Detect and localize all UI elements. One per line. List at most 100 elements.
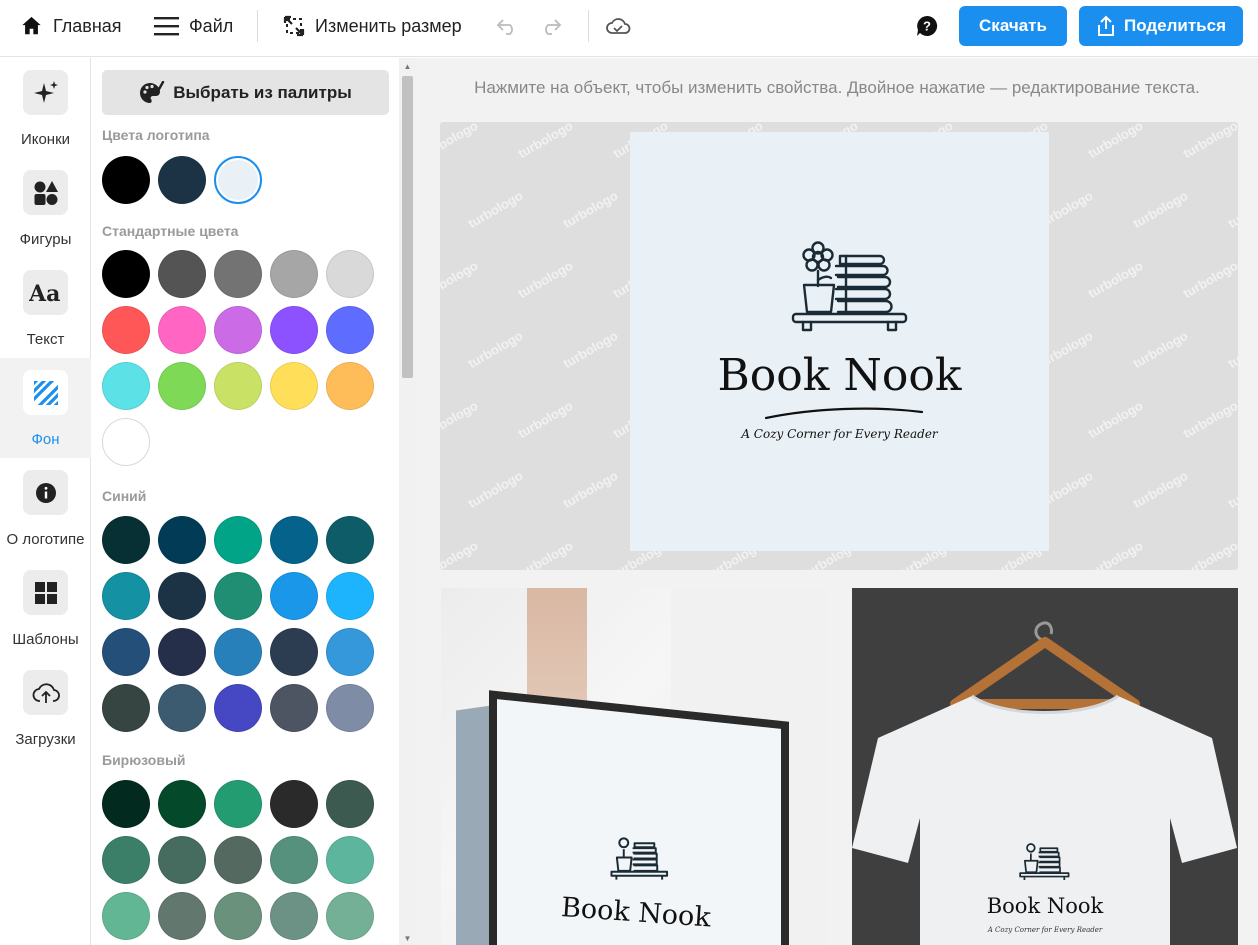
help-icon: ? bbox=[917, 15, 938, 36]
color-swatch[interactable] bbox=[270, 836, 318, 884]
color-swatch[interactable] bbox=[270, 362, 318, 410]
color-swatch[interactable] bbox=[102, 780, 150, 828]
rail-item-uploads[interactable]: Загрузки bbox=[0, 658, 91, 758]
home-button[interactable]: Главная bbox=[20, 0, 122, 52]
watermark-text: turbologo bbox=[1225, 467, 1238, 512]
color-swatch[interactable] bbox=[326, 892, 374, 940]
rail-item-shapes[interactable]: Фигуры bbox=[0, 158, 91, 258]
watermark-text: turbologo bbox=[465, 187, 526, 232]
color-swatch[interactable] bbox=[270, 250, 318, 298]
color-swatch[interactable] bbox=[158, 362, 206, 410]
color-swatch[interactable] bbox=[102, 306, 150, 354]
undo-button[interactable] bbox=[496, 0, 528, 52]
rail-item-templates[interactable]: Шаблоны bbox=[0, 558, 91, 658]
color-swatch[interactable] bbox=[326, 628, 374, 676]
color-swatch[interactable] bbox=[158, 156, 206, 204]
color-swatch[interactable] bbox=[214, 306, 262, 354]
color-swatch[interactable] bbox=[326, 836, 374, 884]
color-swatch[interactable] bbox=[158, 306, 206, 354]
redo-button[interactable] bbox=[540, 0, 572, 52]
color-swatch[interactable] bbox=[214, 780, 262, 828]
sparkle-icon bbox=[33, 80, 58, 103]
color-swatch[interactable] bbox=[326, 362, 374, 410]
color-swatch[interactable] bbox=[102, 892, 150, 940]
color-swatch[interactable] bbox=[214, 572, 262, 620]
svg-text:Aa: Aa bbox=[29, 281, 60, 305]
color-swatch[interactable] bbox=[158, 684, 206, 732]
color-swatch[interactable] bbox=[326, 780, 374, 828]
color-swatch[interactable] bbox=[102, 418, 150, 466]
color-swatch[interactable] bbox=[214, 516, 262, 564]
rail-label: О логотипе bbox=[6, 531, 85, 548]
color-swatch[interactable] bbox=[102, 250, 150, 298]
color-swatch[interactable] bbox=[102, 516, 150, 564]
color-swatch[interactable] bbox=[158, 628, 206, 676]
color-swatch[interactable] bbox=[102, 836, 150, 884]
download-label: Скачать bbox=[979, 16, 1047, 35]
watermark-text: turbologo bbox=[1180, 537, 1238, 570]
swoosh-underline bbox=[764, 407, 924, 420]
share-label: Поделиться bbox=[1123, 16, 1227, 35]
color-swatch[interactable] bbox=[270, 780, 318, 828]
shelf-books-flower-icon[interactable] bbox=[788, 238, 914, 338]
color-swatch[interactable] bbox=[214, 684, 262, 732]
logo-canvas[interactable]: Book Nook A Cozy Corner for Every Reader bbox=[630, 132, 1049, 551]
brand-name-text[interactable]: Book Nook bbox=[630, 350, 1049, 401]
tshirt-mockup[interactable]: Book Nook A Cozy Corner for Every Reader bbox=[852, 588, 1238, 945]
rail-item-text[interactable]: Aa Текст bbox=[0, 258, 91, 358]
pick-from-palette-button[interactable]: Выбрать из палитры bbox=[102, 70, 389, 115]
home-label: Главная bbox=[53, 15, 122, 36]
rail-item-about[interactable]: О логотипе bbox=[0, 458, 91, 558]
color-swatch[interactable] bbox=[158, 892, 206, 940]
rail-item-background[interactable]: Фон bbox=[0, 358, 91, 458]
color-swatch[interactable] bbox=[158, 572, 206, 620]
color-swatch[interactable] bbox=[270, 684, 318, 732]
color-swatch[interactable] bbox=[270, 516, 318, 564]
watermark-text: turbologo bbox=[515, 397, 576, 442]
color-swatch[interactable] bbox=[102, 572, 150, 620]
color-swatch[interactable] bbox=[102, 684, 150, 732]
redo-icon bbox=[545, 19, 562, 35]
color-swatch[interactable] bbox=[270, 628, 318, 676]
color-swatch[interactable] bbox=[102, 628, 150, 676]
color-swatch[interactable] bbox=[326, 572, 374, 620]
color-swatch[interactable] bbox=[214, 250, 262, 298]
scroll-down-arrow[interactable]: ▼ bbox=[402, 934, 413, 944]
help-button[interactable]: ? bbox=[915, 0, 949, 52]
download-button[interactable]: Скачать bbox=[959, 6, 1067, 46]
color-swatch[interactable] bbox=[214, 892, 262, 940]
share-button[interactable]: Поделиться bbox=[1079, 6, 1243, 46]
rail-icon-box: Aa bbox=[23, 270, 68, 315]
rail-item-icons[interactable]: Иконки bbox=[0, 58, 91, 158]
color-swatch[interactable] bbox=[270, 892, 318, 940]
color-swatch[interactable] bbox=[158, 516, 206, 564]
color-swatch[interactable] bbox=[158, 836, 206, 884]
color-swatch[interactable] bbox=[326, 516, 374, 564]
color-swatch[interactable] bbox=[158, 250, 206, 298]
color-swatch[interactable] bbox=[326, 306, 374, 354]
color-swatch[interactable] bbox=[158, 780, 206, 828]
background-icon bbox=[33, 380, 58, 405]
color-swatch[interactable] bbox=[102, 362, 150, 410]
home-icon bbox=[22, 16, 41, 35]
color-swatch[interactable] bbox=[102, 156, 150, 204]
signboard-mockup[interactable]: Book Nook bbox=[441, 588, 827, 945]
scroll-up-arrow[interactable]: ▲ bbox=[402, 62, 413, 72]
resize-button[interactable]: Изменить размер bbox=[283, 0, 462, 52]
color-swatch[interactable] bbox=[214, 156, 262, 204]
shapes-icon bbox=[34, 180, 58, 205]
section-title-logo-colors: Цвета логотипа bbox=[102, 127, 210, 143]
color-swatch[interactable] bbox=[326, 684, 374, 732]
color-swatch[interactable] bbox=[214, 628, 262, 676]
cloud-save-status[interactable] bbox=[605, 0, 641, 52]
section-title-blue: Синий bbox=[102, 488, 147, 504]
tagline-text[interactable]: A Cozy Corner for Every Reader bbox=[630, 427, 1049, 441]
panel-scrollbar-thumb[interactable] bbox=[402, 76, 413, 378]
color-swatch[interactable] bbox=[214, 362, 262, 410]
color-swatch[interactable] bbox=[270, 572, 318, 620]
color-swatch[interactable] bbox=[214, 836, 262, 884]
file-menu-button[interactable]: Файл bbox=[154, 0, 233, 52]
palette-button-label: Выбрать из палитры bbox=[173, 82, 352, 102]
color-swatch[interactable] bbox=[270, 306, 318, 354]
color-swatch[interactable] bbox=[326, 250, 374, 298]
